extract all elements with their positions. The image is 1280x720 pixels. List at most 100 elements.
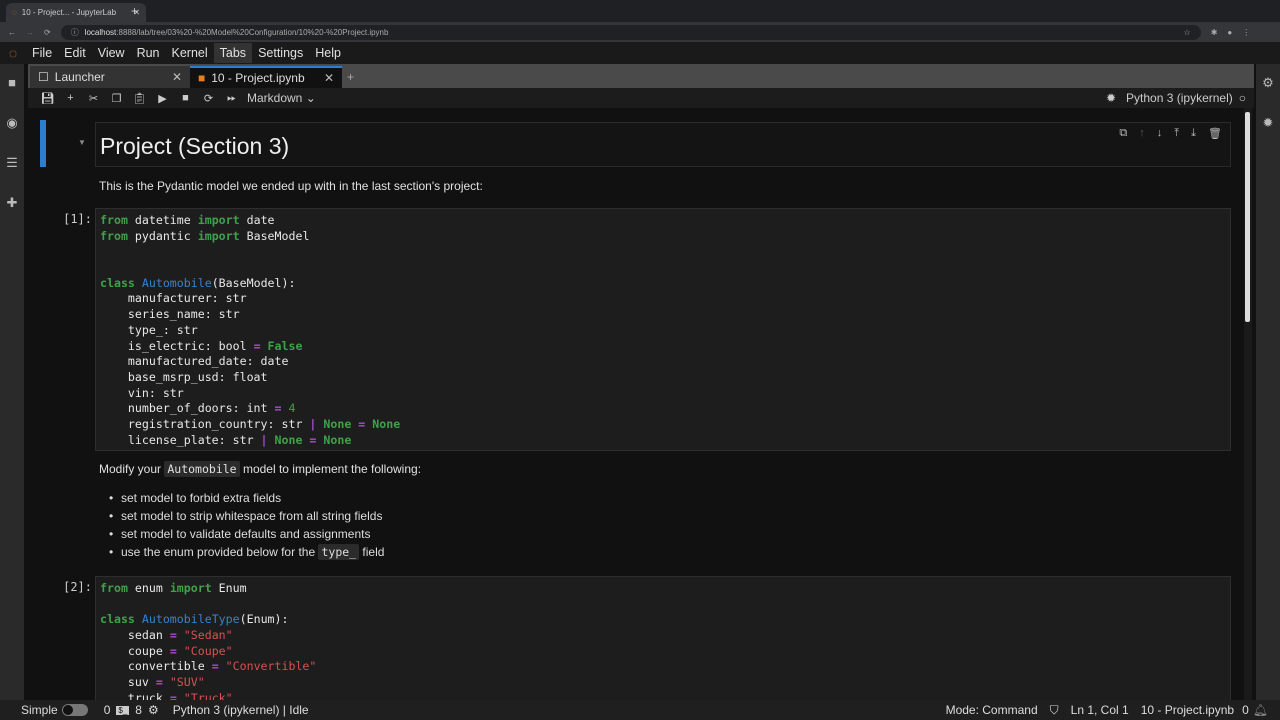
running-icon[interactable]: ◉ bbox=[4, 115, 20, 131]
code-line: convertible = "Convertible" bbox=[100, 659, 1226, 675]
code-token: Automobile bbox=[141, 275, 212, 290]
insert-below-icon[interactable]: ⤓ bbox=[1191, 127, 1196, 140]
collapse-icon[interactable]: ▼ bbox=[78, 138, 86, 147]
menu-edit[interactable]: Edit bbox=[58, 43, 92, 63]
browser-tab[interactable]: ◌ 10 - Project... - JupyterLab ✕ bbox=[6, 3, 146, 22]
code-line: class Automobile(BaseModel): bbox=[100, 276, 1226, 292]
code-token: = bbox=[169, 643, 177, 658]
code-token: Enum bbox=[211, 581, 247, 595]
menu-view[interactable]: View bbox=[92, 43, 131, 63]
folder-icon[interactable]: ■ bbox=[4, 75, 20, 91]
intro-text: This is the Pydantic model we ended up w… bbox=[99, 179, 483, 193]
simple-mode-toggle[interactable] bbox=[61, 704, 88, 716]
restart-icon[interactable]: ⟳ bbox=[197, 92, 220, 105]
save-icon[interactable]: 💾︎ bbox=[36, 92, 59, 105]
move-up-icon[interactable]: ↑ bbox=[1139, 127, 1145, 140]
code-token: pydantic bbox=[127, 228, 198, 243]
debugger-icon[interactable]: ✹ bbox=[1260, 115, 1276, 131]
extensions-icon[interactable]: ✱ bbox=[1211, 28, 1218, 37]
code-token: "Truck" bbox=[183, 690, 233, 700]
terminal-icon: $_ bbox=[116, 705, 130, 715]
code-token: = bbox=[253, 338, 261, 353]
modify-text: Modify your Automobile model to implemen… bbox=[99, 461, 422, 477]
scrollbar-thumb[interactable] bbox=[1245, 112, 1250, 322]
code-line: registration_country: str | None = None bbox=[100, 417, 1226, 433]
reload-icon[interactable]: ⟳ bbox=[44, 28, 51, 37]
code-cell-1[interactable]: from datetime import date from pydantic i… bbox=[95, 208, 1231, 451]
code-token: | bbox=[260, 432, 268, 447]
info-icon: ⓘ bbox=[70, 27, 79, 37]
menu-settings[interactable]: Settings bbox=[252, 43, 309, 63]
toc-icon[interactable]: ☰ bbox=[4, 155, 20, 171]
back-icon[interactable]: ← bbox=[8, 28, 16, 37]
forward-icon[interactable]: → bbox=[26, 28, 34, 37]
left-sidebar: ■ ◉ ☰ ✚ bbox=[0, 64, 24, 700]
code-token: license_plate: str bbox=[100, 432, 261, 447]
code-token: None bbox=[323, 432, 352, 447]
url-input[interactable]: ⓘ localhost:8888/lab/tree/03%20-%20Model%… bbox=[60, 24, 1201, 40]
menu-help[interactable]: Help bbox=[309, 43, 347, 63]
tab-launcher[interactable]: ☐ Launcher ✕ bbox=[30, 66, 190, 88]
code-token: from bbox=[100, 213, 128, 227]
close-icon[interactable]: ✕ bbox=[172, 70, 182, 84]
menu-run[interactable]: Run bbox=[131, 43, 166, 63]
notebook-scrollbar[interactable] bbox=[1244, 108, 1252, 700]
add-cell-icon[interactable]: + bbox=[59, 92, 82, 104]
list-item: set model to forbid extra fields bbox=[99, 489, 384, 507]
property-inspector-icon[interactable]: ⚙ bbox=[1260, 75, 1276, 91]
stop-icon[interactable]: ■ bbox=[174, 92, 197, 104]
bug-icon[interactable]: ✹ bbox=[1106, 91, 1116, 105]
new-tab-button[interactable]: + bbox=[131, 4, 138, 18]
close-icon[interactable]: ✕ bbox=[324, 71, 334, 85]
page-title: Project (Section 3) bbox=[100, 133, 290, 159]
code-token: (BaseModel): bbox=[211, 275, 296, 290]
menu-file[interactable]: File bbox=[26, 43, 58, 63]
run-icon[interactable]: ▶ bbox=[151, 92, 174, 105]
tab-notebook[interactable]: ■ 10 - Project.ipynb ✕ bbox=[190, 66, 342, 88]
code-token: AutomobileType bbox=[141, 612, 240, 627]
cut-icon[interactable]: ✂ bbox=[82, 92, 105, 105]
code-cell-2[interactable]: from enum import Enum class AutomobileTyp… bbox=[95, 576, 1231, 700]
code-token: manufactured_date: date bbox=[100, 354, 289, 369]
cell-prompt: [1]: bbox=[63, 212, 92, 226]
menu-tabs[interactable]: Tabs bbox=[213, 43, 253, 63]
code-token: base_msrp_usd: float bbox=[100, 369, 268, 384]
code-token: import bbox=[169, 581, 212, 595]
insert-above-icon[interactable]: ⤒ bbox=[1174, 127, 1179, 140]
cell-toolbar: ⧉ ↑ ↓ ⤒ ⤓ 🗑︎ bbox=[1119, 127, 1222, 140]
code-line: from enum import Enum bbox=[100, 581, 1226, 597]
fast-forward-icon[interactable]: ⏩︎ bbox=[220, 92, 243, 105]
code-token: import bbox=[197, 213, 240, 227]
cell-selection-bar bbox=[40, 120, 46, 167]
code-token: truck bbox=[100, 690, 170, 700]
paste-icon[interactable]: 📋︎ bbox=[128, 92, 151, 105]
cell-prompt: [2]: bbox=[63, 580, 92, 594]
kernel-name[interactable]: Python 3 (ipykernel) bbox=[1126, 91, 1233, 105]
markdown-cell-heading[interactable]: Project (Section 3) ⧉ ↑ ↓ ⤒ ⤓ 🗑︎ bbox=[95, 122, 1231, 167]
extension-icon[interactable]: ✚ bbox=[4, 195, 20, 211]
copy-icon[interactable]: ❐ bbox=[105, 92, 128, 105]
menu-icon[interactable]: ⋮ bbox=[1242, 28, 1250, 37]
delete-icon[interactable]: 🗑︎ bbox=[1208, 127, 1222, 140]
code-token: False bbox=[267, 338, 303, 353]
code-line: license_plate: str | None = None bbox=[100, 433, 1226, 449]
kernel-status[interactable]: Python 3 (ipykernel) | Idle bbox=[173, 703, 309, 717]
code-token: convertible bbox=[100, 659, 212, 674]
trusted-icon[interactable]: ⛉ bbox=[1050, 703, 1059, 718]
menu-kernel[interactable]: Kernel bbox=[166, 43, 214, 63]
new-launcher-button[interactable]: + bbox=[342, 66, 364, 88]
code-token: (Enum): bbox=[239, 612, 289, 627]
watermark-logo: 🔔︎ bbox=[1252, 703, 1268, 717]
duplicate-icon[interactable]: ⧉ bbox=[1119, 127, 1127, 140]
cursor-position[interactable]: Ln 1, Col 1 bbox=[1071, 703, 1129, 717]
cell-type-select[interactable]: Markdown ⌄ bbox=[247, 91, 316, 105]
profile-icon[interactable]: ● bbox=[1227, 28, 1232, 37]
star-icon[interactable]: ☆ bbox=[1184, 28, 1191, 37]
code-line: manufacturer: str bbox=[100, 291, 1226, 307]
code-token: series_name: str bbox=[100, 307, 240, 322]
move-down-icon[interactable]: ↓ bbox=[1157, 127, 1163, 140]
code-line: base_msrp_usd: float bbox=[100, 370, 1226, 386]
